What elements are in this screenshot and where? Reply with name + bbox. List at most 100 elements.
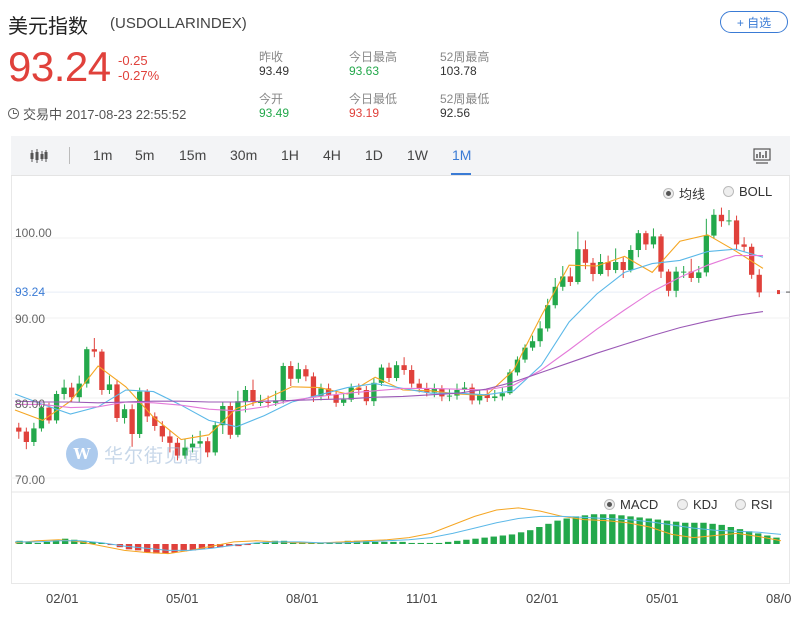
macd-bar (499, 535, 507, 544)
ma-toggle[interactable]: 均线 (663, 184, 705, 203)
candle (16, 427, 22, 432)
kdj-toggle-label: KDJ (693, 497, 718, 512)
candle (401, 365, 407, 370)
candle (371, 382, 377, 402)
macd-bar (508, 534, 516, 544)
macd-bar (682, 522, 689, 544)
macd-bar (536, 527, 543, 544)
week52-high-value: 103.78 (440, 64, 477, 78)
candle (393, 365, 400, 378)
candlestick-icon[interactable] (30, 149, 48, 163)
watermark-logo: W (66, 438, 98, 470)
day-high-label: 今日最高 (349, 50, 398, 64)
candle (265, 402, 271, 403)
open-label: 今开 (259, 92, 284, 106)
candle (529, 341, 536, 348)
ma-toggle-label: 均线 (679, 187, 706, 202)
macd-bar (408, 542, 415, 544)
candle (446, 395, 453, 397)
candle (341, 399, 347, 403)
candle (288, 366, 294, 379)
candle (137, 391, 143, 434)
instrument-code: (USDOLLARINDEX) (110, 15, 247, 32)
macd-bar (454, 540, 461, 544)
macd-toggle[interactable]: MACD (604, 497, 658, 512)
macd-bar (381, 541, 388, 544)
candle (733, 220, 740, 245)
x-tick-label: 05/01 (166, 591, 199, 606)
macd-bar (472, 538, 479, 544)
candle (643, 233, 649, 245)
y-tick-label: 80.00 (15, 397, 46, 411)
x-tick-label: 02/01 (46, 591, 79, 606)
macd-bar (572, 516, 580, 544)
toolbar-divider (69, 147, 70, 164)
current-price: 93.24 (8, 43, 111, 90)
candle (121, 409, 128, 418)
rsi-toggle[interactable]: RSI (735, 497, 773, 512)
candle (681, 271, 687, 273)
candle (741, 244, 747, 247)
macd-bar (34, 542, 41, 544)
x-tick-label: 08/01 (286, 591, 319, 606)
candle (620, 262, 626, 270)
candle (492, 396, 498, 398)
price-chart[interactable] (11, 176, 790, 582)
macd-bar (426, 542, 434, 544)
period-15m[interactable]: 15m (179, 147, 206, 163)
period-5m[interactable]: 5m (135, 147, 154, 163)
x-tick-label: 05/01 (646, 591, 679, 606)
macd-bar (517, 532, 525, 544)
candle (69, 387, 75, 398)
boll-toggle-label: BOLL (739, 184, 773, 199)
macd-bar (490, 536, 497, 544)
macd-bar (162, 544, 169, 554)
period-1d[interactable]: 1D (365, 147, 383, 163)
candle (280, 366, 286, 401)
macd-bar (563, 518, 570, 544)
candle (590, 262, 596, 274)
macd-bar (417, 542, 424, 544)
macd-bar (43, 541, 51, 544)
candle (582, 249, 589, 263)
macd-bar (700, 522, 707, 544)
period-4h[interactable]: 4H (323, 147, 341, 163)
watermark: W 华尔街见闻 (66, 438, 204, 470)
candle (205, 441, 211, 453)
chart-settings-icon[interactable] (753, 148, 771, 164)
add-watchlist-button[interactable]: + 自选 (720, 11, 788, 33)
period-30m[interactable]: 30m (230, 147, 257, 163)
candle (726, 220, 732, 222)
radio-selected-icon (663, 188, 674, 199)
y-tick-label: 70.00 (15, 473, 46, 487)
macd-bar (691, 522, 698, 544)
boll-toggle[interactable]: BOLL (723, 184, 772, 199)
period-1w[interactable]: 1W (407, 147, 428, 163)
macd-bar (372, 541, 379, 544)
y-tick-label: 90.00 (15, 312, 46, 326)
candle (114, 384, 120, 418)
candle (711, 214, 717, 236)
period-1h[interactable]: 1H (281, 147, 299, 163)
candle (53, 394, 60, 421)
kdj-toggle[interactable]: KDJ (677, 497, 718, 512)
macd-bar (171, 544, 178, 553)
candle (537, 328, 543, 342)
price-change: -0.25 (118, 53, 148, 68)
candle (560, 276, 566, 287)
macd-bar (709, 523, 716, 544)
clock-icon (8, 108, 19, 119)
candle (295, 369, 301, 379)
candle (658, 236, 664, 272)
period-1m[interactable]: 1m (93, 147, 112, 163)
period-1mo[interactable]: 1M (452, 147, 471, 163)
week52-low-label: 52周最低 (440, 92, 490, 106)
candle (61, 387, 67, 394)
macd-bar (745, 531, 753, 544)
candle (303, 369, 309, 377)
macd-bar (444, 541, 452, 544)
candle (416, 383, 422, 389)
candle (665, 271, 672, 291)
day-low-label: 今日最低 (349, 92, 398, 106)
macd-bar (755, 533, 762, 544)
